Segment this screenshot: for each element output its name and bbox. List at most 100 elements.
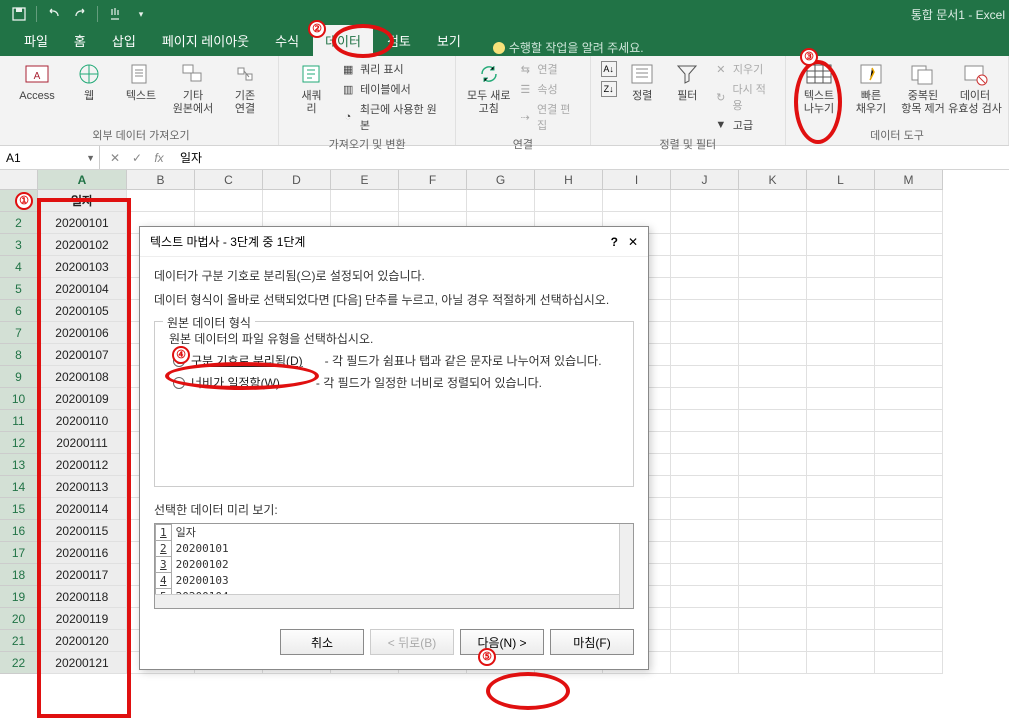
row-header[interactable]: 21 bbox=[0, 630, 38, 652]
fx-icon[interactable]: fx bbox=[150, 151, 168, 165]
cell[interactable] bbox=[739, 256, 807, 278]
cell[interactable] bbox=[807, 190, 875, 212]
tab-review[interactable]: 검토 bbox=[375, 25, 423, 56]
cell[interactable] bbox=[739, 432, 807, 454]
cell[interactable] bbox=[875, 366, 943, 388]
cell[interactable] bbox=[807, 278, 875, 300]
cell[interactable] bbox=[671, 476, 739, 498]
row-header[interactable]: 10 bbox=[0, 388, 38, 410]
dialog-help-button[interactable]: ? bbox=[611, 235, 618, 249]
col-header-M[interactable]: M bbox=[875, 170, 943, 190]
cell[interactable] bbox=[671, 454, 739, 476]
cell[interactable]: 20200101 bbox=[38, 212, 127, 234]
cell[interactable] bbox=[875, 256, 943, 278]
sort-button[interactable]: 정렬 bbox=[623, 60, 662, 103]
cell[interactable] bbox=[807, 366, 875, 388]
cell[interactable] bbox=[739, 410, 807, 432]
col-header-L[interactable]: L bbox=[807, 170, 875, 190]
recent-sources-button[interactable]: ◔최근에 사용한 원본 bbox=[340, 100, 445, 134]
cell[interactable] bbox=[739, 234, 807, 256]
cell[interactable] bbox=[399, 190, 467, 212]
cell[interactable] bbox=[875, 432, 943, 454]
dialog-close-button[interactable]: ✕ bbox=[628, 235, 638, 249]
cell[interactable]: 20200103 bbox=[38, 256, 127, 278]
radio-fixedwidth[interactable]: 너비가 일정함(W) - 각 필드가 일정한 너비로 정렬되어 있습니다. bbox=[173, 374, 623, 392]
cell[interactable] bbox=[739, 322, 807, 344]
preview-scrollbar-v[interactable] bbox=[619, 524, 633, 608]
from-table-button[interactable]: ▥테이블에서 bbox=[340, 80, 445, 98]
cell[interactable] bbox=[671, 652, 739, 674]
qat-customize-icon[interactable]: ▾ bbox=[132, 5, 150, 23]
cell[interactable] bbox=[671, 278, 739, 300]
cell[interactable] bbox=[807, 476, 875, 498]
cell[interactable] bbox=[739, 652, 807, 674]
col-header-G[interactable]: G bbox=[467, 170, 535, 190]
cell[interactable] bbox=[807, 586, 875, 608]
sort-desc-button[interactable]: Z↓ bbox=[601, 80, 617, 98]
cell[interactable] bbox=[739, 388, 807, 410]
cell[interactable] bbox=[875, 608, 943, 630]
cell[interactable] bbox=[807, 630, 875, 652]
new-query-button[interactable]: 새쿼 리 bbox=[289, 60, 334, 116]
cell[interactable] bbox=[535, 190, 603, 212]
cell[interactable]: 20200109 bbox=[38, 388, 127, 410]
flash-fill-button[interactable]: 빠른 채우기 bbox=[848, 60, 894, 116]
name-box-input[interactable] bbox=[6, 151, 76, 165]
cell[interactable] bbox=[875, 322, 943, 344]
col-header-K[interactable]: K bbox=[739, 170, 807, 190]
row-header[interactable]: 19 bbox=[0, 586, 38, 608]
remove-duplicates-button[interactable]: 중복된 항목 제거 bbox=[900, 60, 946, 116]
dialog-titlebar[interactable]: 텍스트 마법사 - 3단계 중 1단계 ? ✕ bbox=[140, 227, 648, 257]
tab-file[interactable]: 파일 bbox=[12, 25, 60, 56]
cell[interactable]: 20200104 bbox=[38, 278, 127, 300]
tell-me[interactable]: 수행할 작업을 알려 주세요. bbox=[493, 39, 644, 56]
cell[interactable] bbox=[739, 564, 807, 586]
cell[interactable] bbox=[875, 278, 943, 300]
cell[interactable] bbox=[671, 432, 739, 454]
preview-scrollbar-h[interactable] bbox=[155, 594, 619, 608]
cell[interactable] bbox=[671, 234, 739, 256]
radio-delimited[interactable]: 구분 기호로 분리됨(D) - 각 필드가 쉼표나 탭과 같은 문자로 나누어져… bbox=[173, 352, 623, 370]
cell[interactable] bbox=[739, 476, 807, 498]
cell[interactable] bbox=[671, 212, 739, 234]
cell[interactable]: 20200111 bbox=[38, 432, 127, 454]
cell[interactable] bbox=[739, 300, 807, 322]
cell[interactable]: 20200113 bbox=[38, 476, 127, 498]
cell[interactable] bbox=[671, 322, 739, 344]
cell[interactable] bbox=[807, 542, 875, 564]
cell[interactable] bbox=[739, 344, 807, 366]
col-header-D[interactable]: D bbox=[263, 170, 331, 190]
cell[interactable] bbox=[875, 564, 943, 586]
row-header[interactable]: 3 bbox=[0, 234, 38, 256]
row-header[interactable]: 18 bbox=[0, 564, 38, 586]
cell[interactable] bbox=[807, 410, 875, 432]
cell[interactable] bbox=[807, 234, 875, 256]
filter-button[interactable]: 필터 bbox=[668, 60, 707, 103]
row-header[interactable]: 6 bbox=[0, 300, 38, 322]
cell[interactable] bbox=[671, 366, 739, 388]
cell[interactable] bbox=[671, 344, 739, 366]
cell[interactable]: 20200117 bbox=[38, 564, 127, 586]
cell[interactable] bbox=[807, 498, 875, 520]
finish-button[interactable]: 마침(F) bbox=[550, 629, 634, 655]
cell[interactable] bbox=[807, 256, 875, 278]
next-button[interactable]: 다음(N) > bbox=[460, 629, 544, 655]
cell[interactable]: 20200121 bbox=[38, 652, 127, 674]
cell[interactable] bbox=[671, 388, 739, 410]
cell[interactable] bbox=[331, 190, 399, 212]
cell[interactable] bbox=[263, 190, 331, 212]
data-validation-button[interactable]: 데이터 유효성 검사 bbox=[952, 60, 998, 116]
cell[interactable] bbox=[671, 586, 739, 608]
cell[interactable] bbox=[807, 608, 875, 630]
row-header[interactable]: 11 bbox=[0, 410, 38, 432]
cell[interactable] bbox=[739, 278, 807, 300]
cell[interactable] bbox=[807, 322, 875, 344]
cell[interactable] bbox=[807, 212, 875, 234]
cell[interactable] bbox=[875, 652, 943, 674]
cell[interactable]: 20200108 bbox=[38, 366, 127, 388]
cell[interactable] bbox=[671, 190, 739, 212]
cell[interactable] bbox=[739, 190, 807, 212]
advanced-filter-button[interactable]: ▼고급 bbox=[713, 116, 775, 134]
cell[interactable] bbox=[875, 454, 943, 476]
cell[interactable] bbox=[671, 542, 739, 564]
